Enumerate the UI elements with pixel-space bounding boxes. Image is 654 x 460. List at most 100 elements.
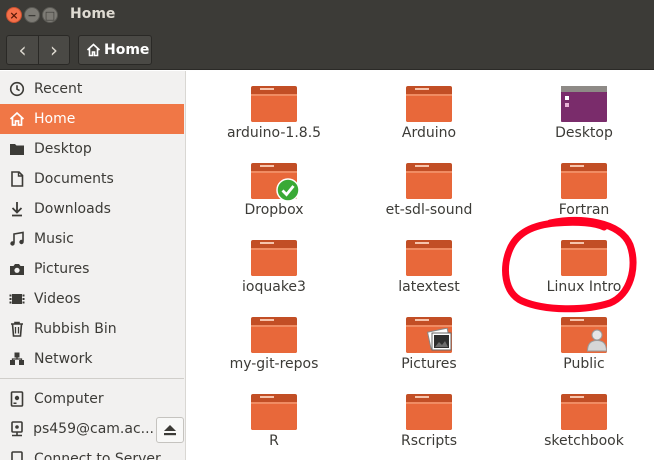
sidebar-item-label: Downloads <box>34 201 111 217</box>
person-emblem-icon <box>586 329 608 352</box>
file-label: my-git-repos <box>229 356 319 372</box>
photo-emblem-icon <box>427 328 452 351</box>
public-folder <box>560 316 608 354</box>
file-label: ioquake3 <box>242 279 306 295</box>
file-item[interactable]: R <box>199 393 349 449</box>
folder-icon <box>251 86 297 122</box>
download-icon <box>11 202 23 217</box>
folder-icon <box>251 317 297 353</box>
file-label: sketchbook <box>544 433 624 449</box>
sidebar-item-label: Pictures <box>34 261 90 277</box>
sidebar-item-downloads[interactable]: Downloads <box>0 194 184 224</box>
folder-icon <box>10 144 24 155</box>
back-button[interactable]: ‹ <box>7 36 38 64</box>
file-item[interactable]: arduino-1.8.5 <box>199 85 349 141</box>
sidebar-item-label: Computer <box>34 391 104 407</box>
chevron-right-icon: › <box>49 38 58 62</box>
file-item[interactable]: ioquake3 <box>199 239 349 295</box>
connect-server-icon <box>11 451 23 460</box>
document-icon <box>11 171 24 187</box>
file-label: Dropbox <box>244 202 304 218</box>
sidebar-item-music[interactable]: Music <box>0 224 184 254</box>
sidebar-item-recent[interactable]: Recent <box>0 74 184 104</box>
camera-icon <box>10 264 24 275</box>
remote-drive-icon <box>10 421 23 437</box>
sidebar-item-label: ps459@cam.ac... <box>33 421 154 437</box>
file-item[interactable]: sketchbook <box>509 393 654 449</box>
sidebar-item-label: Connect to Server <box>34 451 161 460</box>
path-bar-label: Home <box>104 42 150 58</box>
sidebar-item-label: Recent <box>34 81 83 97</box>
file-label: R <box>269 433 279 449</box>
network-icon <box>10 352 24 365</box>
music-icon <box>10 231 24 246</box>
home-icon <box>9 111 25 126</box>
folder-icon <box>251 240 297 276</box>
folder-icon <box>251 394 297 430</box>
file-item[interactable]: Fortran <box>509 162 654 218</box>
file-item[interactable]: Desktop <box>509 85 654 141</box>
eject-button[interactable] <box>156 417 184 443</box>
sidebar-item-label: Desktop <box>34 141 92 157</box>
folder-icon <box>406 163 452 199</box>
forward-button[interactable]: › <box>37 36 69 64</box>
pictures-folder <box>405 316 453 354</box>
home-icon <box>86 43 101 57</box>
sidebar-item-remote-share[interactable]: ps459@cam.ac... <box>0 414 154 444</box>
file-label: latextest <box>398 279 460 295</box>
toolbar: ‹ › Home <box>0 30 654 70</box>
file-item[interactable]: Pictures <box>354 316 504 372</box>
file-item[interactable]: et-sdl-sound <box>354 162 504 218</box>
video-icon <box>9 294 25 304</box>
folder-icon <box>561 163 607 199</box>
folder-icon <box>406 86 452 122</box>
chevron-left-icon: ‹ <box>18 38 27 62</box>
sidebar-item-label: Home <box>34 111 76 127</box>
trash-icon <box>11 321 23 337</box>
sidebar-item-pictures[interactable]: Pictures <box>0 254 184 284</box>
file-item[interactable]: Public <box>509 316 654 372</box>
clock-icon <box>9 81 25 97</box>
file-label: et-sdl-sound <box>385 202 473 218</box>
path-bar-home-button[interactable]: Home <box>78 35 152 65</box>
sidebar-item-home[interactable]: Home <box>0 104 184 134</box>
sidebar-item-network[interactable]: Network <box>0 344 184 374</box>
sidebar-item-desktop[interactable]: Desktop <box>0 134 184 164</box>
file-item[interactable]: Rscripts <box>354 393 504 449</box>
sidebar-item-computer[interactable]: Computer <box>0 384 184 414</box>
sidebar: Recent Home Desktop Documents Downloads … <box>0 71 186 460</box>
sidebar-item-label: Rubbish Bin <box>34 321 117 337</box>
eject-icon <box>164 425 176 436</box>
folder-icon <box>406 240 452 276</box>
sidebar-item-label: Documents <box>34 171 114 187</box>
file-item[interactable]: my-git-repos <box>199 316 349 372</box>
file-label: Rscripts <box>400 433 458 449</box>
sidebar-divider <box>0 378 184 379</box>
sidebar-item-documents[interactable]: Documents <box>0 164 184 194</box>
file-item[interactable]: Arduino <box>354 85 504 141</box>
minimize-icon: − <box>27 8 37 22</box>
file-label: Public <box>563 356 605 372</box>
desktop-folder-icon <box>561 86 607 122</box>
file-label: Desktop <box>555 125 613 141</box>
sidebar-item-rubbish-bin[interactable]: Rubbish Bin <box>0 314 184 344</box>
file-item[interactable]: Dropbox <box>199 162 349 218</box>
navigation-buttons: ‹ › <box>6 35 70 65</box>
maximize-icon: □ <box>44 8 56 22</box>
close-window-button[interactable]: × <box>6 7 22 23</box>
sidebar-item-connect-to-server[interactable]: Connect to Server <box>0 444 184 460</box>
dropbox-folder <box>250 162 300 202</box>
title-bar: × − □ Home <box>0 0 654 30</box>
file-item[interactable]: latextest <box>354 239 504 295</box>
folder-icon <box>561 394 607 430</box>
sidebar-item-videos[interactable]: Videos <box>0 284 184 314</box>
sidebar-item-label: Music <box>34 231 74 247</box>
file-label: Arduino <box>401 125 457 141</box>
close-icon: × <box>9 8 19 22</box>
minimize-window-button[interactable]: − <box>24 7 40 23</box>
sync-check-icon <box>276 178 300 202</box>
maximize-window-button[interactable]: □ <box>42 7 58 23</box>
sidebar-item-label: Videos <box>34 291 81 307</box>
drive-icon <box>10 391 24 407</box>
folder-icon <box>406 394 452 430</box>
